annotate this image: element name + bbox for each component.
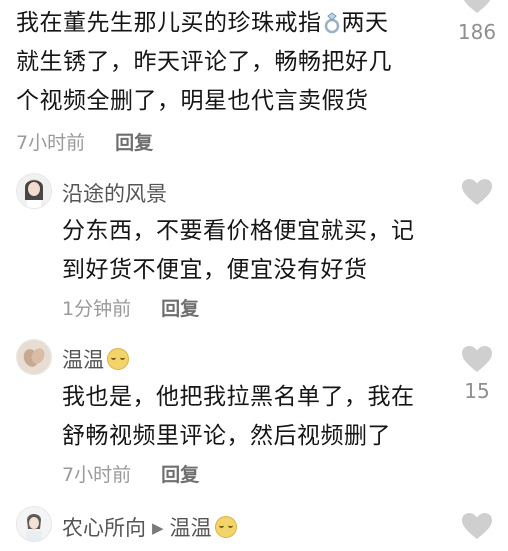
reply-button[interactable]: 回复	[161, 464, 199, 486]
like-count: 186	[457, 20, 497, 44]
reply-to-username[interactable]: 温温	[170, 516, 212, 540]
relieved-face-icon	[107, 348, 129, 370]
comment-text-line: 分东西，不要看价格便宜就买，记	[62, 218, 415, 244]
reply-button[interactable]: 回复	[115, 132, 153, 154]
comment-text-line: 就生锈了，昨天评论了，畅畅把好几	[16, 49, 392, 75]
reply-button[interactable]: 回复	[161, 298, 199, 320]
comment-text-line: 我也是，他把我拉黑名单了，我在	[62, 384, 415, 410]
comment-text-line: 到好货不便宜，便宜没有好货	[62, 257, 368, 283]
ring-icon	[323, 8, 341, 47]
comment-meta: 1分钟前 回复	[62, 294, 199, 321]
comment-body: 我在董先生那儿买的珍珠戒指 两天 就生锈了，昨天评论了，畅畅把好几 个视频全删了，…	[16, 4, 392, 121]
heart-icon	[462, 179, 492, 205]
like-button[interactable]	[455, 178, 499, 206]
comment-time: 7小时前	[16, 132, 86, 154]
comment-text-line: 舒畅视频里评论，然后视频删了	[62, 423, 391, 449]
username-text[interactable]: 农心所向	[62, 516, 146, 540]
comment-meta: 7小时前 回复	[62, 460, 199, 487]
heart-icon	[462, 513, 492, 539]
avatar[interactable]	[16, 339, 52, 375]
comment-username[interactable]: 温温	[62, 344, 129, 374]
comment-text-line: 我在董先生那儿买的珍珠戒指	[16, 10, 322, 36]
comment-time: 7小时前	[62, 464, 132, 486]
comment-username: 农心所向 ▶ 温温	[62, 512, 237, 542]
comment-text-line: 两天	[341, 10, 389, 36]
comment-text-line: 个视频全删了，明星也代言卖假货	[16, 88, 369, 114]
reply-arrow-icon: ▶	[152, 519, 164, 537]
like-count: 15	[464, 379, 490, 403]
relieved-face-icon	[214, 516, 237, 538]
comment-meta: 7小时前 回复	[16, 128, 153, 155]
like-button[interactable]: 15	[455, 345, 499, 403]
avatar[interactable]	[16, 506, 52, 542]
heart-icon	[463, 0, 491, 13]
avatar[interactable]	[16, 173, 52, 209]
username-text: 温温	[62, 348, 104, 372]
comment-time: 1分钟前	[62, 298, 132, 320]
like-button[interactable]	[455, 512, 499, 540]
comment-username[interactable]: 沿途的风景	[62, 178, 167, 208]
heart-icon	[462, 346, 492, 372]
like-button[interactable]: 186	[455, 0, 499, 44]
comment-body: 我也是，他把我拉黑名单了，我在 舒畅视频里评论，然后视频删了	[62, 378, 415, 456]
comment-body: 分东西，不要看价格便宜就买，记 到好货不便宜，便宜没有好货	[62, 212, 415, 290]
